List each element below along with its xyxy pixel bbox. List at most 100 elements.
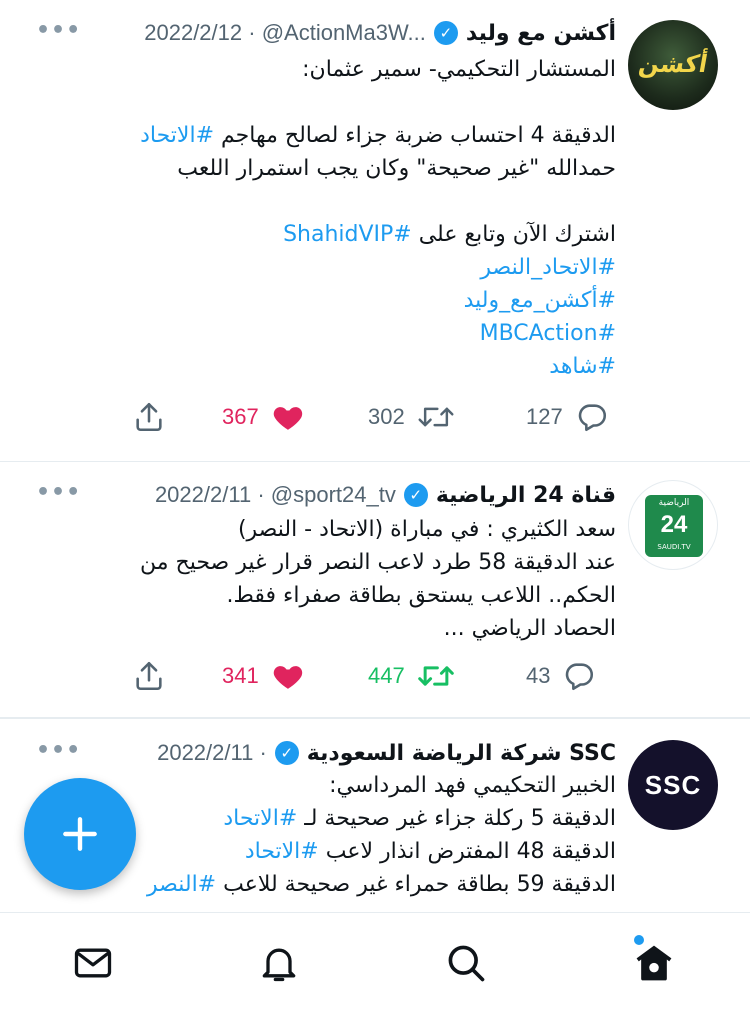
author-name[interactable]: قناة 24 الرياضية — [436, 483, 616, 508]
reply-button[interactable]: 43 — [526, 656, 596, 696]
reply-icon — [578, 404, 606, 432]
share-button[interactable] — [132, 397, 166, 437]
share-icon — [136, 661, 162, 691]
tweet-line: سعد الكثيري : في مباراة (الاتحاد - النصر… — [237, 517, 616, 542]
tweet-text: الخبير التحكيمي فهد المرداسي: الدقيقة 5 … — [60, 769, 616, 901]
tweet-date: 2022/2/12 — [144, 20, 243, 45]
avatar-logo-text: SSC — [644, 770, 702, 800]
bottom-tab-bar — [0, 912, 750, 1012]
tweet-line-text: الدقيقة 5 ركلة جزاء غير صحيحة لـ — [304, 806, 616, 831]
hashtag-link[interactable]: #الاتحاد — [140, 123, 214, 148]
tab-messages[interactable] — [71, 941, 115, 985]
retweet-icon — [417, 666, 454, 686]
tweet-header: أكشن مع وليد ✓ 2022/2/12 · @ActionMa3W..… — [30, 16, 616, 50]
avatar-logo-text: أكشن — [636, 50, 710, 78]
hashtag-link[interactable]: #النصر — [147, 872, 216, 897]
author-handle: @ActionMa3W... — [261, 20, 426, 45]
tweet-text: سعد الكثيري : في مباراة (الاتحاد - النصر… — [60, 513, 616, 645]
retweet-count: 447 — [368, 663, 405, 688]
avatar-badge-number: 24 — [660, 511, 688, 538]
hashtag-link[interactable]: #شاهد — [549, 354, 616, 379]
tweet-line: الخبير التحكيمي فهد المرداسي: — [329, 773, 616, 798]
reply-icon — [566, 663, 594, 691]
like-count: 341 — [222, 663, 259, 688]
share-button[interactable] — [132, 656, 166, 696]
tweet-line: الدقيقة 5 ركلة جزاء غير صحيحة لـ #الاتحا… — [60, 802, 616, 835]
tweet-date: 2022/2/11 — [154, 482, 252, 507]
tweet-actions: 367 302 127 — [0, 397, 750, 437]
tweet-line: الدقيقة 4 احتساب ضربة جزاء لصالح مهاجم #… — [80, 119, 616, 152]
hashtag-link[interactable]: #الاتحاد — [245, 839, 319, 864]
hashtag-link[interactable]: #ShahidVIP — [283, 222, 412, 247]
tweet-line: الدقيقة 59 بطاقة حمراء غير صحيحة للاعب #… — [60, 868, 616, 901]
tweet-divider — [0, 718, 750, 719]
author-name[interactable]: شركة الرياضة السعودية SSC — [307, 741, 616, 766]
avatar-badge: الرياضية 24 SAUDI.TV — [645, 495, 703, 557]
search-icon — [448, 945, 485, 982]
tweet[interactable]: أكشن أكشن مع وليد ✓ 2022/2/12 · @ActionM… — [0, 0, 750, 462]
hashtag-link[interactable]: #MBCAction — [480, 321, 616, 346]
hashtag-link[interactable]: #الاتحاد_النصر — [480, 255, 616, 280]
avatar[interactable]: SSC — [628, 740, 718, 830]
retweet-button[interactable]: 302 — [368, 397, 455, 437]
share-icon — [136, 402, 162, 432]
like-button[interactable]: 367 — [222, 397, 305, 437]
bell-icon — [262, 948, 296, 982]
meta-separator: · — [259, 740, 267, 765]
timeline-feed[interactable]: أكشن أكشن مع وليد ✓ 2022/2/12 · @ActionM… — [0, 0, 750, 912]
verified-badge-icon: ✓ — [274, 741, 299, 765]
avatar[interactable]: أكشن — [628, 20, 718, 110]
tweet-line-text: الدقيقة 48 المفترض انذار لاعب — [325, 839, 616, 864]
tweet-date: 2022/2/11 — [157, 740, 254, 765]
verified-badge-icon: ✓ — [433, 21, 458, 45]
compose-plus-icon — [63, 817, 97, 851]
tweet-line: #شاهد — [80, 350, 616, 383]
tweet-line: #أكشن_مع_وليد — [80, 284, 616, 317]
tweet-line: #MBCAction — [80, 317, 616, 350]
meta-separator: · — [257, 482, 265, 507]
reply-button[interactable]: 127 — [526, 397, 609, 437]
tweet-line: اشترك الآن وتابع على #ShahidVIP — [80, 218, 616, 251]
tweet-line: الحكم.. اللاعب يستحق بطاقة صفراء فقط. — [226, 583, 616, 608]
tweet-line: الدقيقة 48 المفترض انذار لاعب #الاتحاد — [60, 835, 616, 868]
mail-icon — [74, 948, 112, 978]
verified-badge-icon: ✓ — [403, 483, 428, 507]
author-name[interactable]: أكشن مع وليد — [466, 21, 616, 46]
tweet-line: عند الدقيقة 58 طرد لاعب النصر قرار غير ص… — [139, 550, 616, 575]
tweet-line-text: الدقيقة 4 احتساب ضربة جزاء لصالح مهاجم — [221, 123, 616, 148]
tweet-line-text: اشترك الآن وتابع على — [418, 222, 616, 247]
tweet-line: الحصاد الرياضي ... — [443, 616, 616, 641]
reply-count: 127 — [526, 404, 563, 429]
heart-icon — [273, 407, 302, 430]
author-handle: @sport24_tv — [270, 482, 396, 507]
retweet-count: 302 — [368, 404, 405, 429]
meta-separator: · — [248, 20, 256, 45]
reply-count: 43 — [526, 663, 551, 688]
retweet-button[interactable]: 447 — [368, 656, 455, 696]
retweet-icon — [418, 407, 454, 427]
tweet-line-text: الدقيقة 59 بطاقة حمراء غير صحيحة للاعب — [223, 872, 616, 897]
heart-icon — [273, 666, 302, 689]
like-count: 367 — [222, 404, 259, 429]
tweet-line: حمدالله "غير صحيحة" وكان يجب استمرار الل… — [177, 156, 616, 181]
more-options-icon[interactable]: ••• — [36, 480, 81, 505]
tweet-line: #الاتحاد_النصر — [80, 251, 616, 284]
more-options-icon[interactable]: ••• — [36, 18, 81, 43]
tweet-header: قناة 24 الرياضية ✓ 2022/2/11 · @sport24_… — [30, 478, 616, 512]
tab-search[interactable] — [444, 941, 488, 985]
hashtag-link[interactable]: #أكشن_مع_وليد — [464, 288, 616, 313]
tweet-text: المستشار التحكيمي- سمير عثمان: الدقيقة 4… — [80, 53, 616, 383]
home-icon — [636, 945, 672, 981]
tab-notifications[interactable] — [257, 941, 301, 985]
more-options-icon[interactable]: ••• — [36, 738, 81, 763]
tweet-line: المستشار التحكيمي- سمير عثمان: — [302, 57, 616, 82]
like-button[interactable]: 341 — [222, 656, 305, 696]
hashtag-link[interactable]: #الاتحاد — [223, 806, 297, 831]
tweet-header: شركة الرياضة السعودية SSC ✓ 2022/2/11 · — [30, 736, 616, 770]
handle-and-date: 2022/2/11 · @sport24_tv — [155, 482, 396, 508]
avatar[interactable]: الرياضية 24 SAUDI.TV — [628, 480, 718, 570]
compose-tweet-button[interactable] — [24, 778, 136, 890]
tab-home[interactable] — [632, 941, 676, 985]
handle-and-date: 2022/2/11 · — [157, 740, 267, 766]
avatar-badge-sub: SAUDI.TV — [657, 543, 691, 551]
